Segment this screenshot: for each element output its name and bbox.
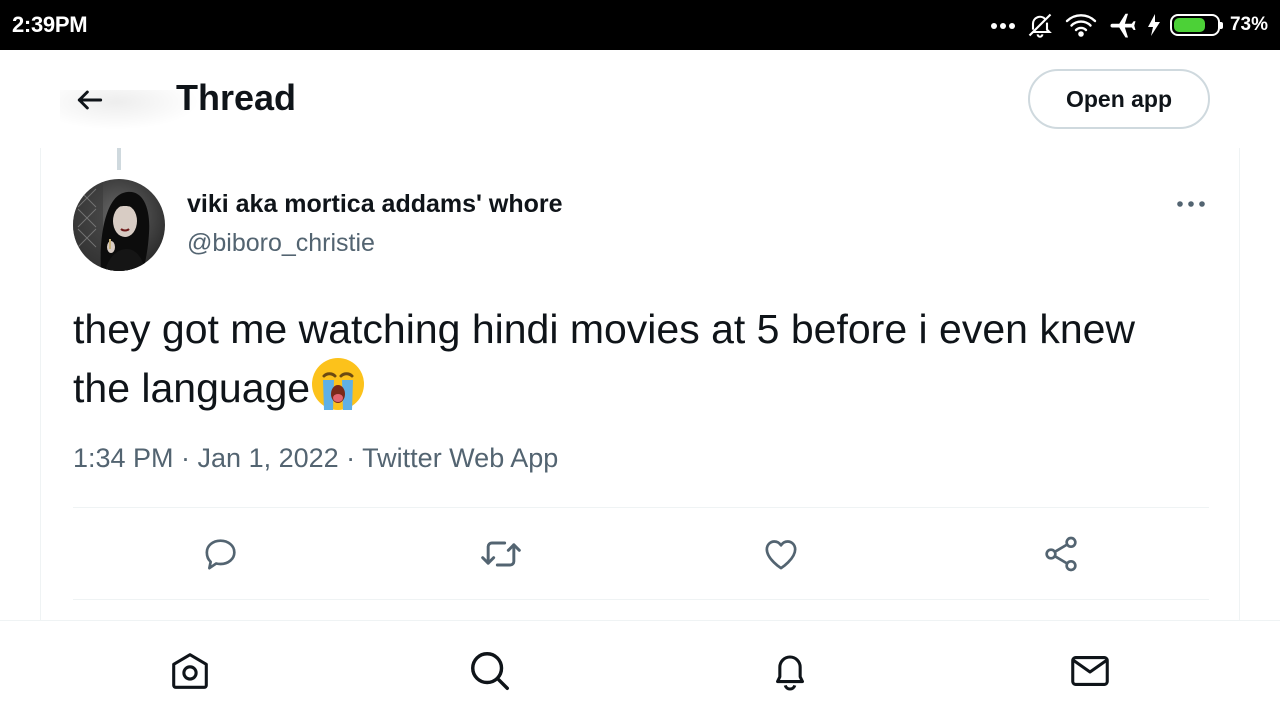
share-button[interactable]: [1033, 526, 1089, 582]
top-header: Thread Open app: [0, 50, 1280, 148]
heart-icon: [765, 540, 797, 570]
back-button[interactable]: [60, 72, 120, 128]
bell-off-icon: [1028, 13, 1052, 38]
more-horizontal-icon: [1177, 201, 1205, 207]
status-time: 2:39PM: [12, 12, 88, 37]
reply-button[interactable]: [193, 526, 249, 582]
tweet-body: they got me watching hindi movies at 5 b…: [73, 306, 1136, 411]
page-title: Thread: [176, 77, 297, 118]
open-app-button[interactable]: Open app: [1028, 69, 1210, 129]
share-icon: [1045, 536, 1077, 572]
tweet-timestamp[interactable]: 1:34 PM · Jan 1, 2022 · Twitter Web App: [73, 440, 558, 476]
wifi-icon: [1065, 14, 1097, 37]
nav-messages[interactable]: [1060, 643, 1120, 699]
bottom-navigation: [0, 620, 1280, 720]
airplane-icon: [1110, 13, 1136, 38]
battery-icon: [1169, 14, 1223, 36]
more-dots-icon: [990, 23, 1015, 29]
nav-search[interactable]: [460, 643, 520, 699]
retweet-button[interactable]: [473, 526, 529, 582]
battery-percent: 73%: [1229, 14, 1268, 35]
home-icon: [172, 653, 208, 689]
messages-icon: [1071, 656, 1109, 686]
nav-home[interactable]: [160, 643, 220, 699]
status-bar: 2:39PM 73%: [0, 0, 1280, 50]
loudly-crying-face-emoji: [312, 358, 365, 410]
retweet-icon: [481, 541, 521, 567]
user-handle[interactable]: @biboro_christie: [187, 227, 375, 259]
divider-bottom: [73, 599, 1209, 600]
arrow-left-icon: [77, 90, 103, 110]
thread-connector-line: [117, 148, 121, 170]
notifications-icon: [776, 655, 804, 691]
more-options-button[interactable]: [1169, 184, 1213, 224]
like-button[interactable]: [753, 526, 809, 582]
avatar[interactable]: [73, 179, 165, 271]
display-name[interactable]: viki aka mortica addams' whore: [187, 188, 563, 220]
status-icons: 73%: [990, 10, 1268, 40]
tweet-text: they got me watching hindi movies at 5 b…: [73, 302, 1193, 415]
charging-icon: [1147, 14, 1160, 36]
battery-fill: [1173, 18, 1205, 32]
divider-top: [73, 507, 1209, 508]
avatar-image: [73, 179, 165, 271]
reply-icon: [205, 539, 236, 570]
nav-notifications[interactable]: [760, 643, 820, 699]
tweet-card: viki aka mortica addams' whore @biboro_c…: [40, 148, 1240, 620]
search-icon: [471, 652, 509, 690]
